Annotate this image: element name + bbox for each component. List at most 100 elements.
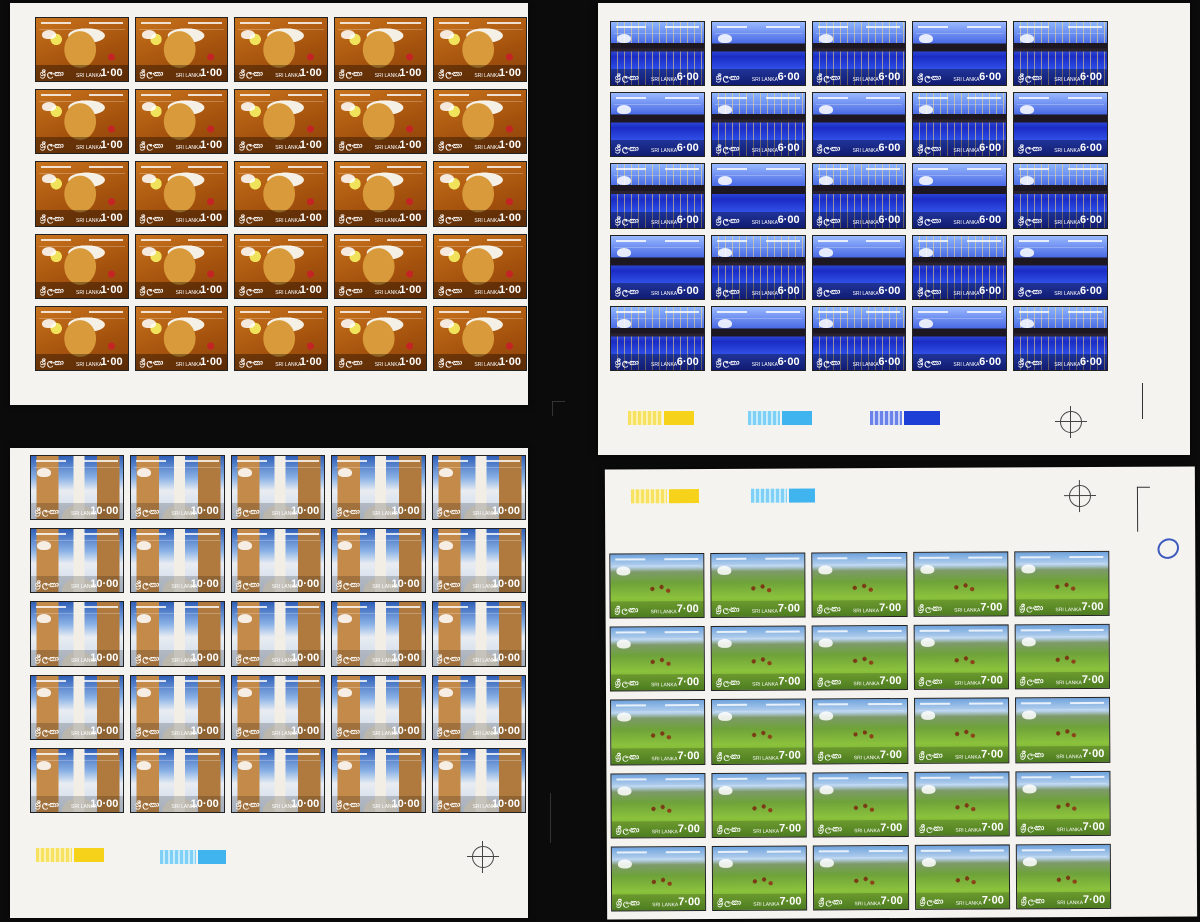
emblem-icon — [819, 638, 834, 648]
stamp-value: 7·00 — [1081, 601, 1104, 614]
stamp-header-text — [714, 628, 803, 640]
stamp-country-sinhala: ශ්‍රී ලංකා — [139, 69, 164, 79]
emblem-icon — [718, 785, 733, 795]
stamp-header-text — [614, 775, 702, 787]
stamp-header-text — [234, 678, 322, 688]
emblem-icon — [340, 174, 355, 184]
emblem-icon — [338, 760, 353, 770]
stamp-country-sinhala: ශ්‍රී ලංකා — [336, 507, 360, 517]
stamp: ශ්‍රී ලංකා SRI LANKA 7·00 — [610, 699, 706, 766]
stamp-header-text — [815, 309, 903, 319]
stamp-value: 6·00 — [1079, 142, 1102, 155]
emblem-icon — [241, 30, 256, 39]
stamp-header-text — [815, 166, 903, 177]
stamp-value: 10·00 — [190, 651, 219, 664]
stamp-header-text — [815, 554, 903, 566]
stamp-value: 1·00 — [100, 67, 123, 80]
stamp: ශ්‍රී ලංකා SRI LANKA 1·00 — [134, 17, 229, 83]
stamp-value: 6·00 — [777, 142, 800, 155]
stamp-country-sinhala: ශ්‍රී ලංකා — [239, 141, 263, 151]
stamp-value: 7·00 — [879, 748, 902, 761]
stamp-value: 6·00 — [979, 71, 1002, 84]
stamp-country-sinhala: ශ්‍රී ලංකා — [338, 285, 363, 295]
stamp-country-sinhala: ශ්‍රී ලංකා — [715, 215, 740, 225]
stamp-country-sinhala: ශ්‍රී ලංකා — [135, 580, 159, 590]
emblem-icon — [920, 638, 935, 648]
stamp: ශ්‍රී ලංකා SRI LANKA 7·00 — [812, 625, 908, 691]
stamp-country-sinhala: ශ්‍රී ලංකා — [615, 215, 639, 225]
emblem-icon — [340, 318, 355, 328]
stamp-header-text — [34, 531, 121, 542]
stamp: ශ්‍රී ලංකා SRI LANKA 6·00 — [1013, 92, 1108, 158]
emblem-icon — [617, 247, 631, 257]
emblem-icon — [717, 247, 732, 257]
emblem-icon — [617, 105, 631, 115]
stamp-value: 1·00 — [399, 139, 422, 152]
stamp-country-sinhala: ශ්‍රී ලංකා — [1018, 73, 1042, 83]
stamp: ශ්‍රී ලංකා SRI LANKA 6·00 — [610, 21, 705, 87]
emblem-icon — [919, 105, 934, 115]
stamp-country-sinhala: ශ්‍රී ලංකා — [715, 358, 740, 367]
stamp: ශ්‍රී ලංකා SRI LANKA 1·00 — [333, 89, 428, 155]
stamp-value: 6·00 — [878, 213, 901, 226]
stamp-country-sinhala: ශ්‍රී ලංකා — [139, 285, 164, 295]
stamp: ශ්‍රී ලංකා SRI LANKA 7·00 — [711, 845, 808, 911]
emblem-icon — [338, 468, 353, 477]
emblem-icon — [919, 564, 934, 574]
stamp: ශ්‍රී ලංකා SRI LANKA 7·00 — [913, 624, 1009, 691]
registration-mark-icon — [467, 841, 499, 873]
stamp-grid: ශ්‍රී ලංකා SRI LANKA 10·00 ශ්‍රී ලංකා SRI LA… — [30, 455, 526, 813]
stamp-value: 10·00 — [291, 798, 320, 810]
stamp: ශ්‍රී ලංකා SRI LANKA 6·00 — [610, 163, 705, 229]
stamp: ශ්‍රී ලංකා SRI LANKA 6·00 — [1013, 305, 1108, 371]
stamp: ශ්‍රී ලංකා SRI LANKA 10·00 — [230, 601, 326, 667]
stamp-value: 7·00 — [1083, 893, 1106, 907]
emblem-icon — [1020, 247, 1035, 257]
stamp-value: 6·00 — [979, 142, 1002, 155]
stamp-country-sinhala: ශ්‍රී ලංකා — [338, 213, 363, 223]
stamp-header-text — [614, 848, 703, 860]
stamp-country-sinhala: ශ්‍රී ලංකා — [715, 144, 740, 154]
emblem-icon — [440, 30, 455, 39]
stamp-header-text — [435, 604, 522, 615]
stamp: ශ්‍රී ලංකා SRI LANKA 7·00 — [1014, 550, 1110, 617]
stamp: ශ්‍රී ලංකා SRI LANKA 10·00 — [30, 528, 125, 594]
stamp-country-sinhala: ශ්‍රී ලංකා — [235, 507, 260, 517]
stamp-value: 7·00 — [980, 601, 1003, 614]
emblem-icon — [617, 786, 632, 796]
stamp: ශ්‍රී ලංකා SRI LANKA 10·00 — [30, 747, 125, 813]
stamp-country-sinhala: ශ්‍රී ලංකා — [35, 507, 59, 517]
stamp-country-sinhala: ශ්‍රී ලංකා — [239, 69, 263, 79]
stamp-country-sinhala: ශ්‍රී ලංකා — [40, 141, 64, 151]
stamp: ශ්‍රී ලංකා SRI LANKA 6·00 — [912, 234, 1008, 300]
emblem-icon — [37, 541, 51, 551]
emblem-icon — [438, 760, 453, 770]
color-bar-yellow-tint — [36, 848, 72, 862]
stamp-country-sinhala: ශ්‍රී ලංකා — [35, 653, 59, 663]
stamp: ශ්‍රී ලංකා SRI LANKA 7·00 — [913, 697, 1010, 764]
emblem-icon — [137, 760, 152, 770]
stamp-header-text — [1018, 553, 1106, 565]
emblem-icon — [438, 614, 453, 624]
stamp-value: 10·00 — [391, 651, 420, 664]
emblem-icon — [1022, 783, 1037, 793]
stamp-header-text — [613, 556, 701, 567]
registration-mark-icon — [1055, 406, 1087, 438]
stamp-header-text — [916, 238, 1004, 248]
stamp-value: 6·00 — [1079, 71, 1102, 84]
stamp: ශ්‍රී ලංකා SRI LANKA 10·00 — [130, 747, 225, 813]
stamp-value: 1·00 — [498, 67, 521, 80]
stamp-country-sinhala: ශ්‍රී ලංකා — [139, 358, 164, 367]
stamp-value: 7·00 — [981, 894, 1004, 907]
stamp-country-sinhala: ශ්‍රී ලංකා — [816, 358, 841, 367]
stamp: ශ්‍රී ලංකා SRI LANKA 10·00 — [30, 674, 125, 740]
stamp: ශ්‍රී ලංකා SRI LANKA 10·00 — [431, 601, 526, 667]
color-bar-yellow — [74, 848, 104, 862]
stamp-value: 10·00 — [90, 724, 119, 737]
stamp-header-text — [34, 604, 121, 615]
stamp-value: 7·00 — [1081, 674, 1104, 687]
stamp-country-sinhala: ශ්‍රී ලංකා — [817, 677, 841, 687]
stamp-country-sinhala: ශ්‍රී ලංකා — [436, 580, 461, 590]
emblem-icon — [617, 176, 631, 186]
stamp: ශ්‍රී ලංකා SRI LANKA 1·00 — [35, 89, 129, 155]
